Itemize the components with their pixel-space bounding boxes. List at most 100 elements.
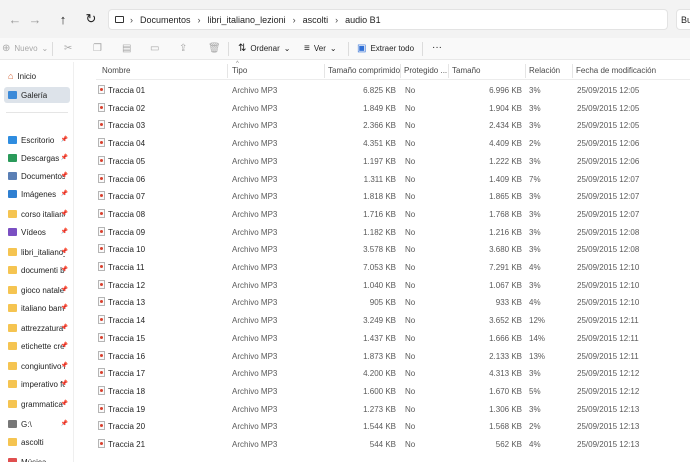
table-row[interactable]: Traccia 06 Archivo MP3 1.311 KB No 1.409 KB 7…	[96, 171, 690, 189]
cut-button[interactable]: ✂	[64, 43, 72, 54]
cell-type: Archivo MP3	[232, 316, 278, 326]
sidebar-item[interactable]: Escritorio 📌	[4, 132, 70, 148]
column-divider[interactable]	[525, 64, 526, 78]
cell-size: 1.768 KB	[489, 209, 522, 219]
view-button[interactable]: ≡ Ver ⌄	[304, 43, 337, 54]
cell-type: Archivo MP3	[232, 227, 278, 237]
cell-size: 3.680 KB	[489, 245, 522, 255]
folder-icon	[8, 400, 17, 408]
column-header-name[interactable]: Nombre	[102, 66, 222, 75]
cell-date: 25/09/2015 12:08	[577, 227, 640, 237]
column-header-ratio[interactable]: Relación	[529, 66, 573, 75]
share-button[interactable]: ⇪	[179, 43, 187, 54]
sidebar-item[interactable]: Imágenes 📌	[4, 186, 70, 202]
table-row[interactable]: Traccia 14 Archivo MP3 3.249 KB No 3.652 KB 1…	[96, 312, 690, 330]
cell-compressed: 1.311 KB	[363, 174, 396, 184]
sidebar-item[interactable]: Vídeos 📌	[4, 224, 70, 240]
cell-name: Traccia 21	[108, 440, 146, 449]
images-icon	[8, 190, 17, 198]
cell-protected: No	[405, 103, 416, 113]
table-row[interactable]: Traccia 21 Archivo MP3 544 KB No 562 KB 4% 25/…	[96, 436, 690, 454]
sidebar-item[interactable]: gioco natale 📌	[4, 282, 70, 298]
more-options-button[interactable]: ···	[432, 42, 442, 53]
extract-all-button[interactable]: ▣ Extraer todo	[357, 43, 414, 54]
sidebar-item[interactable]: documenti b 📌	[4, 262, 70, 278]
table-row[interactable]: Traccia 07 Archivo MP3 1.818 KB No 1.865 KB 3…	[96, 188, 690, 206]
rename-button[interactable]: ▭	[150, 43, 159, 54]
column-divider[interactable]	[572, 64, 573, 78]
column-divider[interactable]	[324, 64, 325, 78]
table-row[interactable]: Traccia 09 Archivo MP3 1.182 KB No 1.216 KB 3…	[96, 224, 690, 242]
cell-compressed: 7.053 KB	[363, 263, 396, 272]
column-header-compressed-size[interactable]: Tamaño comprimido	[328, 66, 402, 75]
sidebar-item[interactable]: Documentos 📌	[4, 168, 70, 184]
sidebar-item-label: gioco natale	[21, 285, 65, 295]
sidebar-item-label: corso italiano	[21, 209, 65, 219]
cell-compressed: 905 KB	[369, 298, 396, 308]
table-row[interactable]: Traccia 08 Archivo MP3 1.716 KB No 1.768 KB 3…	[96, 206, 690, 224]
column-header-row: ^ Nombre Tipo Tamaño comprimido Protegid…	[96, 61, 690, 80]
cell-ratio: 3%	[529, 156, 541, 166]
sidebar-item[interactable]: corso italiano 📌	[4, 206, 70, 222]
column-header-protected[interactable]: Protegido ...	[404, 66, 448, 75]
home-icon: ⌂	[8, 71, 14, 81]
sidebar-item[interactable]: attrezzatura s 📌	[4, 320, 70, 336]
sidebar-item[interactable]: G:\ 📌	[4, 416, 70, 432]
refresh-icon[interactable]: ↻	[80, 8, 102, 30]
table-row[interactable]: Traccia 04 Archivo MP3 4.351 KB No 4.409 KB 2…	[96, 135, 690, 153]
sidebar-item[interactable]: congiuntivo i 📌	[4, 358, 70, 374]
plus-icon: ⊕	[2, 43, 11, 54]
table-row[interactable]: Traccia 13 Archivo MP3 905 KB No 933 KB 4% 25/…	[96, 294, 690, 312]
sidebar-item[interactable]: ascolti	[4, 434, 70, 450]
table-row[interactable]: Traccia 19 Archivo MP3 1.273 KB No 1.306 KB 3…	[96, 401, 690, 419]
sidebar-item-gallery[interactable]: Galería	[4, 87, 70, 103]
table-row[interactable]: Traccia 15 Archivo MP3 1.437 KB No 1.666 KB 1…	[96, 330, 690, 348]
breadcrumb-item[interactable]: libri_italiano_lezioni	[203, 15, 291, 25]
sidebar-item[interactable]: grammatica 📌	[4, 396, 70, 412]
sort-button[interactable]: ⇅ Ordenar ⌄	[238, 43, 290, 54]
table-row[interactable]: Traccia 03 Archivo MP3 2.366 KB No 2.434 KB 3…	[96, 117, 690, 135]
delete-button[interactable]: 🗑	[208, 43, 221, 54]
paste-button[interactable]: ▤	[122, 43, 131, 54]
column-divider[interactable]	[400, 64, 401, 78]
table-row[interactable]: Traccia 02 Archivo MP3 1.849 KB No 1.904 KB 3…	[96, 100, 690, 118]
back-arrow-icon[interactable]: ←	[4, 8, 26, 30]
sidebar-item[interactable]: imperativo fo 📌	[4, 376, 70, 392]
table-row[interactable]: Traccia 16 Archivo MP3 1.873 KB No 2.133 KB 1…	[96, 348, 690, 366]
sidebar-item-home[interactable]: ⌂ Inicio	[4, 68, 70, 84]
table-row[interactable]: Traccia 10 Archivo MP3 3.578 KB No 3.680 KB 3…	[96, 241, 690, 259]
forward-arrow-icon[interactable]: →	[24, 8, 46, 30]
sidebar-item[interactable]: etichette cre 📌	[4, 338, 70, 354]
breadcrumb-item[interactable]: ascolti	[298, 15, 334, 25]
sidebar-item[interactable]: Música	[4, 454, 70, 462]
up-arrow-icon[interactable]: ↑	[52, 8, 74, 30]
breadcrumb-item[interactable]: Documentos	[135, 15, 196, 25]
cell-ratio: 4%	[529, 440, 541, 449]
new-button[interactable]: ⊕ Nuevo ⌄	[2, 43, 48, 54]
column-divider[interactable]	[448, 64, 449, 78]
table-row[interactable]: Traccia 20 Archivo MP3 1.544 KB No 1.568 KB 2…	[96, 418, 690, 436]
cell-ratio: 7%	[529, 174, 541, 184]
sidebar-item[interactable]: libri_italiano_ 📌	[4, 244, 70, 260]
table-row[interactable]: Traccia 12 Archivo MP3 1.040 KB No 1.067 KB 3…	[96, 277, 690, 295]
table-row[interactable]: Traccia 01 Archivo MP3 6.825 KB No 6.996 KB 3…	[96, 82, 690, 100]
table-row[interactable]: Traccia 05 Archivo MP3 1.197 KB No 1.222 KB 3…	[96, 153, 690, 171]
search-input[interactable]: Bu	[676, 9, 690, 30]
cell-type: Archivo MP3	[232, 422, 278, 432]
sidebar-item[interactable]: Descargas 📌	[4, 150, 70, 166]
breadcrumb[interactable]: › Documentos › libri_italiano_lezioni › …	[108, 9, 668, 30]
sidebar-item[interactable]: italiano bam 📌	[4, 300, 70, 316]
column-header-date-modified[interactable]: Fecha de modificación	[576, 66, 686, 75]
breadcrumb-item-current[interactable]: audio B1	[340, 15, 386, 25]
copy-button[interactable]: ❐	[93, 43, 102, 54]
mp3-file-icon	[98, 350, 105, 360]
sidebar-item-label: attrezzatura s	[21, 323, 65, 333]
column-header-type[interactable]: Tipo	[232, 66, 322, 75]
table-row[interactable]: Traccia 17 Archivo MP3 4.200 KB No 4.313 KB 3…	[96, 365, 690, 383]
column-divider[interactable]	[227, 64, 228, 78]
cell-compressed: 1.197 KB	[363, 156, 396, 166]
column-header-size[interactable]: Tamaño	[452, 66, 522, 75]
copy-icon: ❐	[93, 43, 102, 54]
table-row[interactable]: Traccia 11 Archivo MP3 7.053 KB No 7.291 KB 4…	[96, 259, 690, 277]
table-row[interactable]: Traccia 18 Archivo MP3 1.600 KB No 1.670 KB 5…	[96, 383, 690, 401]
